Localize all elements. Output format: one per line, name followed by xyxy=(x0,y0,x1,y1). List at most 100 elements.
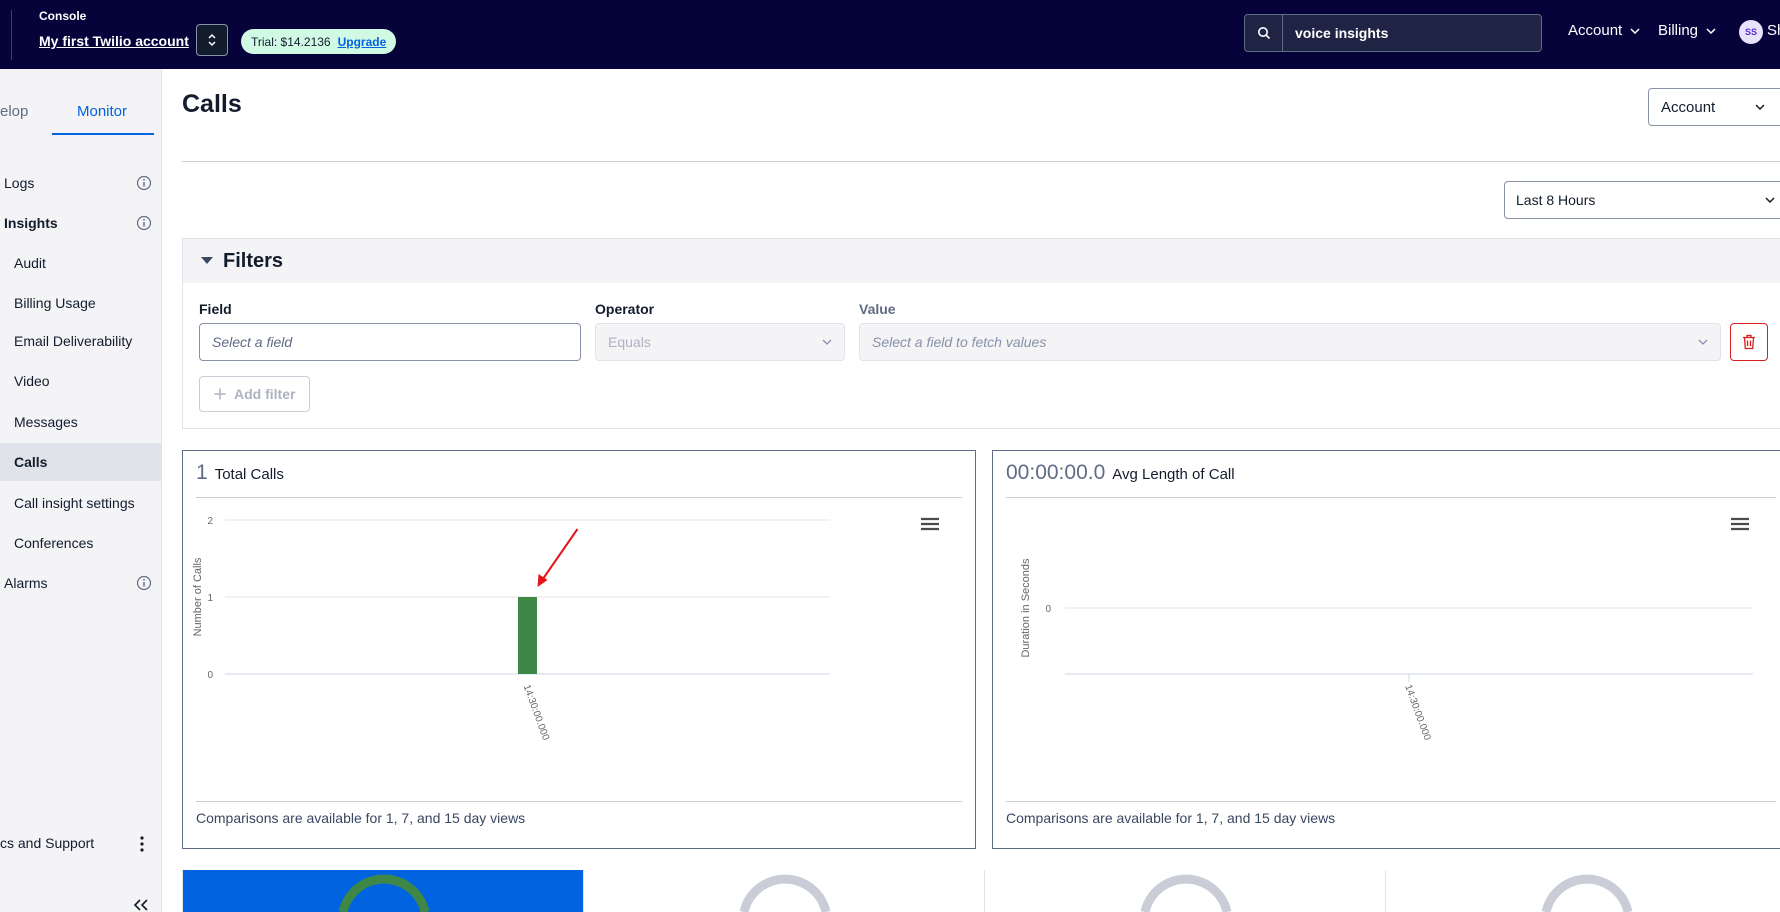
tab-develop[interactable]: elop xyxy=(0,103,28,120)
sidebar-item-label: Logs xyxy=(4,175,35,191)
sidebar-footer-label: cs and Support xyxy=(0,835,95,851)
sidebar-item-messages[interactable]: Messages xyxy=(0,403,162,441)
sidebar-item-call-insight-settings[interactable]: Call insight settings xyxy=(0,484,162,522)
summary-tile[interactable] xyxy=(1385,870,1780,912)
annotation-arrow xyxy=(540,528,579,582)
chevron-down-icon xyxy=(1698,339,1708,345)
donut-chart-icon xyxy=(1541,874,1633,912)
donut-chart-icon xyxy=(739,874,831,912)
trial-balance: Trial: $14.2136 xyxy=(251,34,331,49)
sidebar-item-video[interactable]: Video xyxy=(0,362,162,400)
info-icon[interactable] xyxy=(136,175,152,191)
sidebar-item-label: Call insight settings xyxy=(14,495,135,511)
sidebar-item-label: Conferences xyxy=(14,535,94,551)
billing-menu[interactable]: Billing xyxy=(1658,22,1716,39)
account-menu-label: Account xyxy=(1568,22,1623,39)
card-header: 00:00:00.0 Avg Length of Call xyxy=(1006,461,1235,485)
chevron-down-icon xyxy=(1765,197,1775,203)
total-calls-value: 1 xyxy=(196,461,208,484)
operator-label: Operator xyxy=(595,301,655,317)
add-filter-button[interactable]: Add filter xyxy=(199,376,311,412)
filters-toggle[interactable]: Filters xyxy=(183,239,1780,283)
card-footer-divider xyxy=(1006,801,1776,802)
card-footer-divider xyxy=(196,801,962,802)
avg-length-value: 00:00:00.0 xyxy=(1006,461,1106,484)
sidebar-item-label: Billing Usage xyxy=(14,295,96,311)
field-input[interactable]: Select a field xyxy=(199,323,581,361)
operator-select[interactable]: Equals xyxy=(595,323,845,361)
bar xyxy=(518,597,537,674)
tab-monitor[interactable]: Monitor xyxy=(77,103,127,120)
sidebar-item-insights[interactable]: Insights xyxy=(0,204,162,242)
sidebar-item-conferences[interactable]: Conferences xyxy=(0,524,162,562)
sidebar-item-label: Calls xyxy=(14,454,48,470)
sidebar-item-billing-usage[interactable]: Billing Usage xyxy=(0,284,162,322)
y-tick-label: 0 xyxy=(207,670,213,681)
user-name[interactable]: Sh xyxy=(1767,22,1780,39)
sidebar-item-label: Alarms xyxy=(4,575,48,591)
summary-tile[interactable] xyxy=(583,870,984,912)
comparison-note: Comparisons are available for 1, 7, and … xyxy=(196,810,526,826)
avg-length-card: 00:00:00.0 Avg Length of Call 0 Duration … xyxy=(992,450,1780,849)
y-axis-title: Number of Calls xyxy=(192,557,204,636)
chevron-down-icon xyxy=(1706,27,1716,34)
x-tick-label: 14:30:00.000 xyxy=(521,683,551,742)
trial-badge: Trial: $14.2136 Upgrade xyxy=(241,29,397,54)
sidebar-item-label: Messages xyxy=(14,414,78,430)
comparison-note: Comparisons are available for 1, 7, and … xyxy=(1006,810,1336,826)
search-button[interactable] xyxy=(1245,15,1283,51)
chevron-up-down-icon xyxy=(208,33,216,47)
field-label: Field xyxy=(199,301,232,317)
account-select-value: Account xyxy=(1661,98,1716,116)
y-tick-label: 1 xyxy=(207,593,213,604)
sidebar-item-audit[interactable]: Audit xyxy=(0,244,162,282)
kebab-menu-icon[interactable] xyxy=(139,835,145,853)
account-name-link[interactable]: My first Twilio account xyxy=(39,33,189,49)
sidebar: elop Monitor Logs Insights Audit Billing… xyxy=(0,69,162,912)
value-label: Value xyxy=(859,301,896,317)
sidebar-item-label: Email Deliverability xyxy=(14,333,133,349)
summary-tile[interactable] xyxy=(984,870,1385,912)
topbar-divider xyxy=(11,10,12,60)
field-placeholder: Select a field xyxy=(212,334,293,350)
filters-panel: Filters Field Operator Value Select a fi… xyxy=(182,238,1780,429)
sidebar-item-label: Audit xyxy=(14,255,46,271)
summary-tiles xyxy=(182,870,1780,912)
collapse-sidebar-icon[interactable] xyxy=(133,899,149,911)
trash-icon xyxy=(1743,334,1755,350)
y-axis-title: Duration in Seconds xyxy=(1020,558,1032,658)
chevron-down-icon xyxy=(1630,27,1640,34)
title-divider xyxy=(182,161,1780,162)
filters-title: Filters xyxy=(223,249,284,272)
avatar[interactable]: SS xyxy=(1739,20,1763,44)
top-bar: Console My first Twilio account Trial: $… xyxy=(0,0,1780,69)
card-divider xyxy=(1006,497,1776,498)
sidebar-item-alarms[interactable]: Alarms xyxy=(0,564,162,602)
account-menu[interactable]: Account xyxy=(1568,22,1640,39)
value-select[interactable]: Select a field to fetch values xyxy=(859,323,1721,361)
sidebar-tabs: elop Monitor xyxy=(0,69,161,136)
search-input[interactable] xyxy=(1283,15,1541,51)
sidebar-item-email-deliverability[interactable]: Email Deliverability xyxy=(0,322,162,360)
tab-underline xyxy=(52,133,154,135)
chevron-down-icon xyxy=(822,339,832,345)
avg-length-label: Avg Length of Call xyxy=(1112,466,1235,483)
account-switcher-button[interactable] xyxy=(196,24,228,56)
search-box xyxy=(1244,14,1542,52)
summary-tile[interactable] xyxy=(182,870,583,912)
sidebar-item-label: Insights xyxy=(4,215,58,231)
plus-icon xyxy=(214,388,226,400)
upgrade-link[interactable]: Upgrade xyxy=(338,35,387,49)
x-tick-label: 14:30:00.000 xyxy=(1402,683,1432,742)
info-icon[interactable] xyxy=(136,215,152,231)
sidebar-item-logs[interactable]: Logs xyxy=(0,164,162,202)
sidebar-item-calls[interactable]: Calls xyxy=(0,443,162,481)
page-title: Calls xyxy=(182,90,242,118)
total-calls-card: 1 Total Calls 0 1 2 Number of Calls 14:30:00… xyxy=(182,450,976,849)
info-icon[interactable] xyxy=(136,575,152,591)
delete-filter-button[interactable] xyxy=(1730,323,1768,361)
avg-length-chart: 0 Duration in Seconds 14:30:00.000 xyxy=(1020,558,1753,742)
time-range-select[interactable]: Last 8 Hours xyxy=(1504,181,1780,219)
time-range-value: Last 8 Hours xyxy=(1516,192,1596,208)
account-select[interactable]: Account xyxy=(1648,88,1780,126)
